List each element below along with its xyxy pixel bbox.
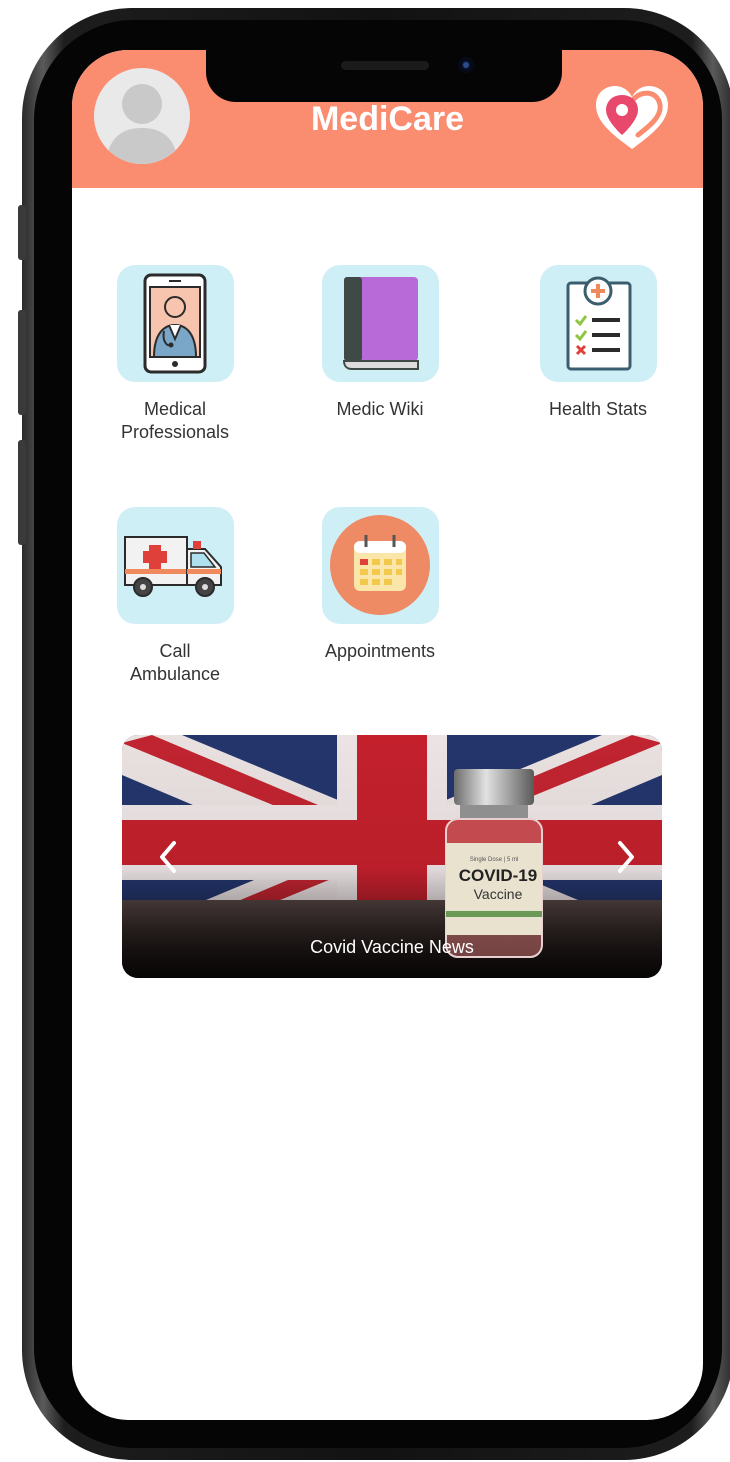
menu-tile-health-stats[interactable]: Health Stats xyxy=(518,265,678,421)
volume-down-button xyxy=(18,440,26,545)
vial-label-subtitle: Vaccine xyxy=(474,886,523,902)
vaccine-vial: Single Dose | 5 ml COVID-19 Vaccine xyxy=(445,769,543,958)
notch xyxy=(206,50,562,102)
news-carousel[interactable]: Single Dose | 5 ml COVID-19 Vaccine Covi… xyxy=(122,735,662,978)
menu-label-line: Medical xyxy=(143,399,207,419)
ambulance-icon xyxy=(116,507,234,624)
menu-tile-medical-professionals[interactable]: Medical Professionals xyxy=(95,265,255,444)
app-header: MediCare xyxy=(72,50,703,188)
menu-label: Health Stats xyxy=(518,398,678,421)
heart-location-logo-icon[interactable] xyxy=(592,83,672,153)
doctor-phone-icon xyxy=(116,265,234,382)
calendar-icon xyxy=(321,507,439,624)
book-icon xyxy=(321,265,439,382)
menu-label: Medic Wiki xyxy=(300,398,460,421)
svg-text:Single Dose | 5 ml: Single Dose | 5 ml xyxy=(470,857,519,863)
chevron-left-icon[interactable] xyxy=(150,835,190,879)
menu-tile-call-ambulance[interactable]: Call Ambulance xyxy=(95,507,255,686)
chevron-right-icon[interactable] xyxy=(606,835,646,879)
menu-tile-appointments[interactable]: Appointments xyxy=(300,507,460,663)
menu-label-line: Medic Wiki xyxy=(336,399,424,419)
mute-switch xyxy=(18,205,26,260)
menu-label: Medical Professionals xyxy=(95,398,255,444)
menu-label-line: Appointments xyxy=(324,641,436,661)
front-camera xyxy=(458,57,474,73)
menu-tile-medic-wiki[interactable]: Medic Wiki xyxy=(300,265,460,421)
earpiece-speaker xyxy=(341,61,429,70)
vial-label-title: COVID-19 xyxy=(459,866,537,885)
clipboard-checklist-icon xyxy=(539,265,657,382)
menu-label: Appointments xyxy=(300,640,460,663)
volume-up-button xyxy=(18,310,26,415)
carousel-caption: Covid Vaccine News xyxy=(310,937,474,957)
menu-label: Call Ambulance xyxy=(95,640,255,686)
app-screen: MediCare Medical Professionals Medic Wik… xyxy=(72,50,703,1420)
menu-label-line: Ambulance xyxy=(129,664,221,684)
menu-label-line: Professionals xyxy=(120,422,230,442)
menu-label-line: Health Stats xyxy=(548,399,648,419)
menu-label-line: Call xyxy=(159,641,191,661)
